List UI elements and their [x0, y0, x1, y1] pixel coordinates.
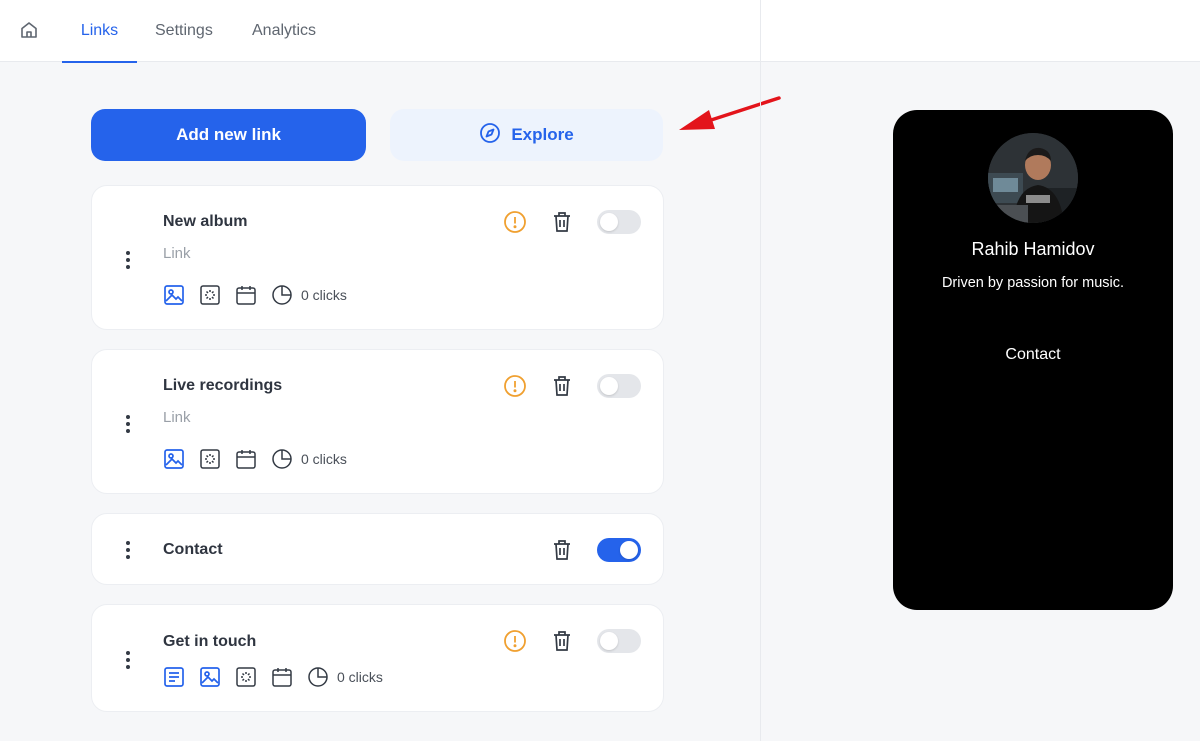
- animation-icon[interactable]: [235, 666, 257, 688]
- phone-preview: Rahib Hamidov Driven by passion for musi…: [893, 110, 1173, 610]
- click-count: 0 clicks: [301, 451, 347, 467]
- preview-header: [761, 0, 1200, 62]
- top-nav: Links Settings Analytics: [0, 0, 760, 63]
- delete-icon[interactable]: [551, 629, 573, 653]
- pie-chart-icon[interactable]: [271, 284, 293, 306]
- image-icon[interactable]: [163, 284, 185, 306]
- delete-icon[interactable]: [551, 210, 573, 234]
- warning-icon[interactable]: [503, 210, 527, 234]
- drag-handle-icon[interactable]: [120, 251, 136, 269]
- tab-links[interactable]: Links: [62, 0, 137, 63]
- explore-button[interactable]: Explore: [390, 109, 663, 161]
- editor-pane: Links Settings Analytics Add new link Ex…: [0, 0, 781, 741]
- link-toggle[interactable]: [597, 210, 641, 234]
- profile-name: Rahib Hamidov: [971, 239, 1095, 259]
- link-url[interactable]: Link: [163, 409, 191, 426]
- warning-icon[interactable]: [503, 374, 527, 398]
- animation-icon[interactable]: [199, 448, 221, 470]
- tab-settings[interactable]: Settings: [155, 0, 213, 62]
- link-toggle[interactable]: [597, 538, 641, 562]
- image-icon[interactable]: [163, 448, 185, 470]
- link-title[interactable]: Live recordings: [163, 377, 282, 395]
- drag-handle-icon[interactable]: [120, 651, 136, 669]
- pane-divider: [760, 0, 761, 741]
- warning-icon[interactable]: [503, 629, 527, 653]
- home-icon[interactable]: [18, 19, 40, 41]
- annotation-arrow-icon: [679, 96, 781, 130]
- calendar-icon[interactable]: [235, 284, 257, 306]
- explore-label: Explore: [511, 125, 574, 144]
- preview-link-contact[interactable]: Contact: [893, 346, 1173, 364]
- link-title[interactable]: Contact: [163, 541, 223, 559]
- animation-icon[interactable]: [199, 284, 221, 306]
- link-tools: 0 clicks: [163, 284, 347, 306]
- image-icon[interactable]: [199, 666, 221, 688]
- link-card: Live recordings Link 0 clicks: [91, 349, 664, 494]
- text-icon[interactable]: [163, 666, 185, 688]
- pie-chart-icon[interactable]: [271, 448, 293, 470]
- drag-handle-icon[interactable]: [120, 541, 136, 559]
- drag-handle-icon[interactable]: [120, 415, 136, 433]
- calendar-icon[interactable]: [235, 448, 257, 470]
- compass-icon: [479, 122, 501, 149]
- link-card: Contact: [91, 513, 664, 585]
- link-tools: 0 clicks: [163, 448, 347, 470]
- link-title[interactable]: Get in touch: [163, 633, 256, 651]
- pie-chart-icon[interactable]: [307, 666, 329, 688]
- link-toggle[interactable]: [597, 629, 641, 653]
- link-title[interactable]: New album: [163, 213, 247, 231]
- delete-icon[interactable]: [551, 374, 573, 398]
- link-card: New album Link 0 clicks: [91, 185, 664, 330]
- click-count: 0 clicks: [301, 287, 347, 303]
- tab-analytics[interactable]: Analytics: [252, 0, 316, 62]
- link-card: Get in touch 0 clicks: [91, 604, 664, 712]
- add-new-link-button[interactable]: Add new link: [91, 109, 366, 161]
- profile-bio: Driven by passion for music.: [941, 275, 1125, 291]
- avatar: [988, 133, 1078, 223]
- link-url[interactable]: Link: [163, 245, 191, 262]
- delete-icon[interactable]: [551, 538, 573, 562]
- link-tools: 0 clicks: [163, 666, 383, 688]
- calendar-icon[interactable]: [271, 666, 293, 688]
- link-toggle[interactable]: [597, 374, 641, 398]
- click-count: 0 clicks: [337, 669, 383, 685]
